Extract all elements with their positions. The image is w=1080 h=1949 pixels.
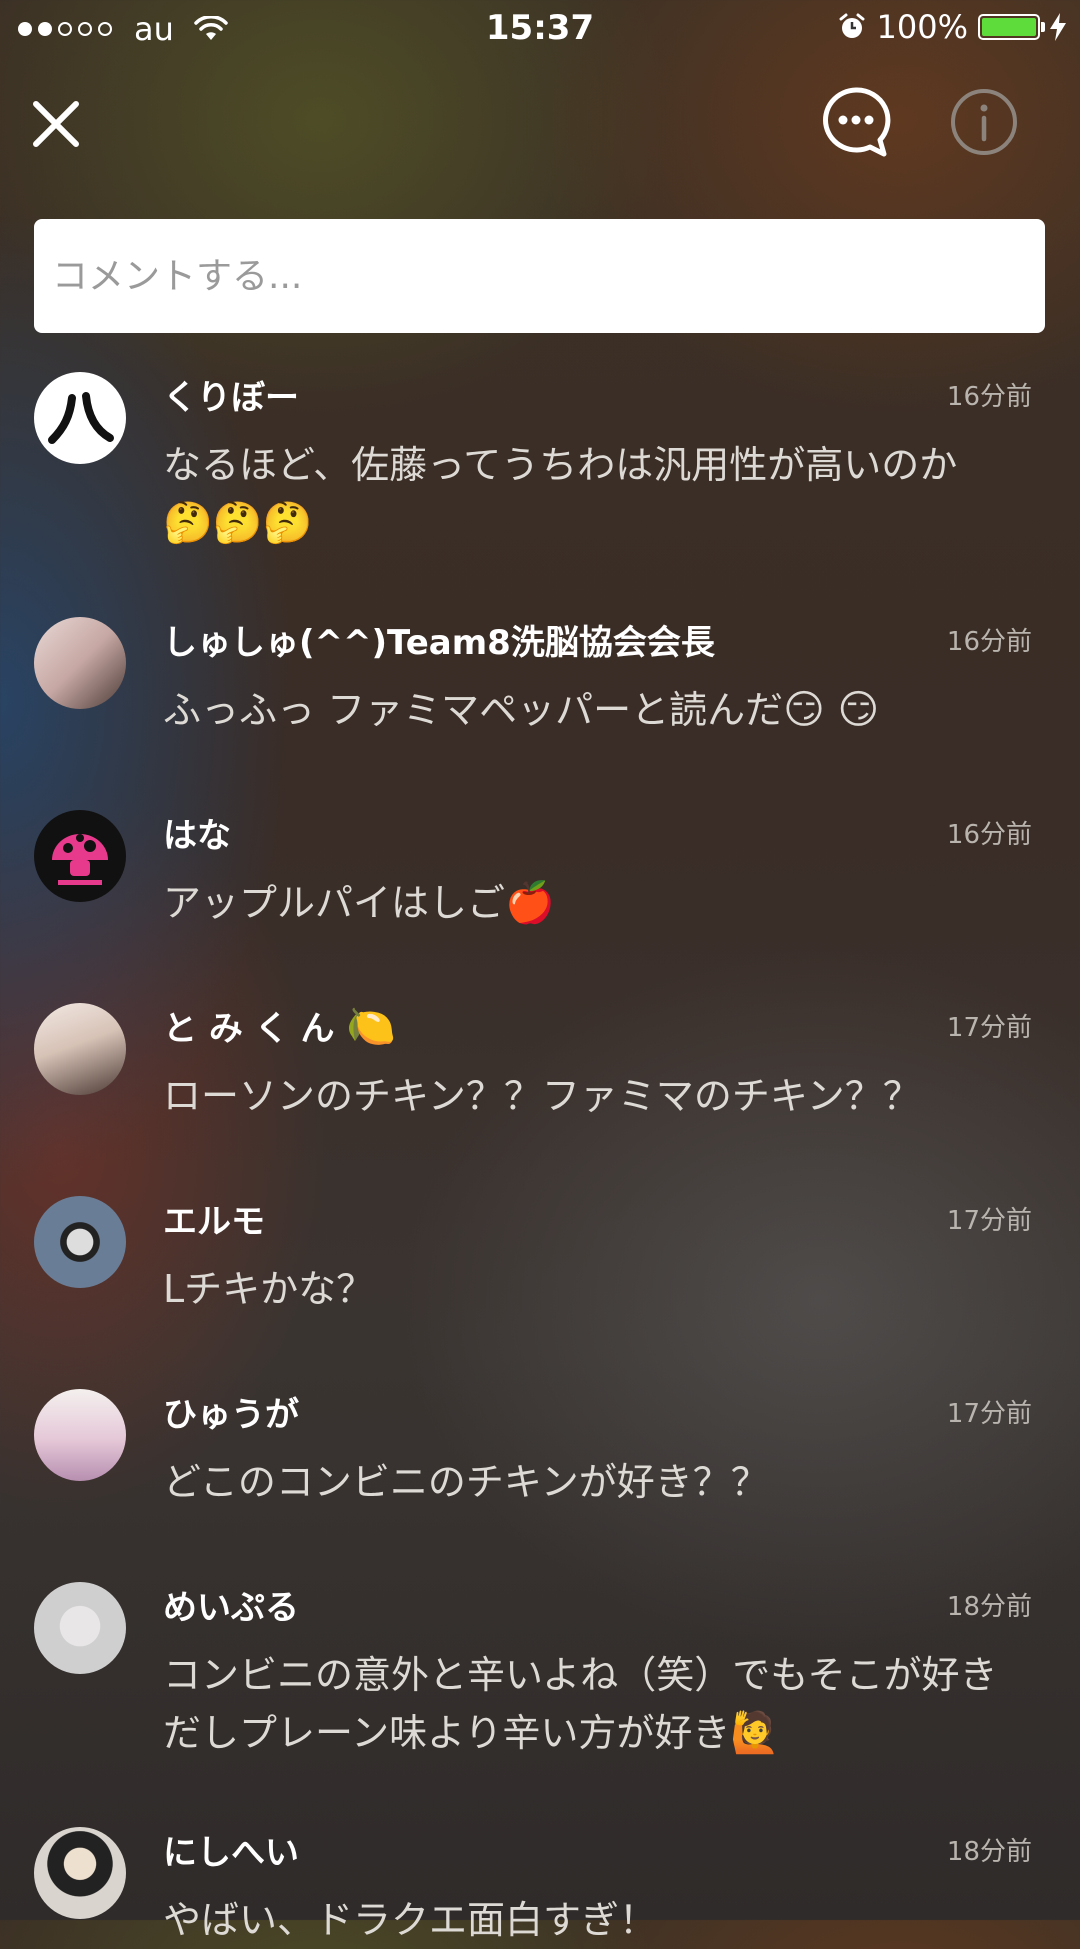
comment-time: 18分前	[946, 1592, 1032, 1622]
comment-text: やばい、ドラクエ面白すぎ！	[163, 1891, 1023, 1949]
comment-time: 16分前	[946, 820, 1032, 850]
comment-author[interactable]: にしへい	[163, 1825, 299, 1874]
avatar[interactable]	[34, 1196, 126, 1288]
comment-author[interactable]: はな	[163, 808, 231, 857]
comment-emoji: 😏 😏	[783, 687, 880, 733]
mushroom-icon	[52, 834, 108, 885]
comment-body: コンビニの意外と辛いよね（笑）でもそこが好きだしプレーン味より辛い方が好き	[163, 1653, 998, 1755]
avatar[interactable]	[34, 1003, 126, 1095]
charging-icon	[1050, 13, 1066, 41]
comment-field[interactable]	[34, 219, 1045, 333]
comment-author[interactable]: と み く ん 🍋	[163, 1001, 396, 1050]
comment-body: ローソンのチキン？？ファミマのチキン？？	[163, 1074, 921, 1118]
comment-text: コンビニの意外と辛いよね（笑）でもそこが好きだしプレーン味より辛い方が好き🙋	[163, 1646, 1023, 1762]
comment-author[interactable]: エルモ	[163, 1194, 265, 1243]
comment-emoji: 🍎	[505, 880, 555, 926]
comment-body: どこのコンビニのチキンが好き？？	[163, 1460, 769, 1504]
comment-author-name: と み く ん	[163, 1009, 335, 1049]
avatar[interactable]	[34, 810, 126, 902]
comment-text: なるほど、佐藤ってうちわは汎用性が高いのか 🤔🤔🤔	[163, 436, 1023, 552]
status-right: 100%	[837, 8, 1066, 46]
avatar[interactable]	[34, 372, 126, 464]
comment-time: 16分前	[946, 382, 1032, 412]
comment-author[interactable]: めいぷる	[163, 1580, 299, 1629]
comment-text: ローソンのチキン？？ファミマのチキン？？	[163, 1067, 1023, 1125]
status-bar: au 15:37 100%	[0, 0, 1080, 58]
chat-bubble-icon[interactable]	[818, 84, 894, 160]
comment-author[interactable]: ひゅうが	[163, 1387, 299, 1436]
comment-time: 16分前	[946, 627, 1032, 657]
comment-author[interactable]: しゅしゅ(^^)Team8洗脳協会会長	[163, 615, 715, 664]
comment-time: 17分前	[946, 1013, 1032, 1043]
battery-icon	[978, 14, 1045, 40]
info-icon[interactable]	[948, 86, 1020, 158]
close-icon[interactable]	[22, 90, 90, 158]
comment-body: アップルパイはしご	[163, 881, 506, 925]
comment-input[interactable]	[50, 254, 1045, 298]
battery-percent: 100%	[876, 8, 968, 46]
comment-body: Lチキかな？	[163, 1267, 375, 1311]
comment-text: Lチキかな？	[163, 1260, 1023, 1318]
comment-time: 17分前	[946, 1399, 1032, 1429]
comment-text: アップルパイはしご🍎	[163, 874, 1023, 932]
comment-emoji: 🙋	[730, 1710, 781, 1756]
avatar-kanji-icon	[48, 392, 114, 444]
comment-time: 17分前	[946, 1206, 1032, 1236]
comment-body: なるほど、佐藤ってうちわは汎用性が高いのか	[163, 443, 958, 487]
avatar[interactable]	[34, 1582, 126, 1674]
avatar[interactable]	[34, 1827, 126, 1919]
comment-body: ふっふっ ファミマペッパーと読んだ	[163, 688, 784, 732]
comment-text: どこのコンビニのチキンが好き？？	[163, 1453, 1023, 1511]
comment-text: ふっふっ ファミマペッパーと読んだ😏 😏	[163, 681, 1023, 739]
avatar[interactable]	[34, 617, 126, 709]
lemon-icon: 🍋	[346, 1004, 397, 1050]
comment-emoji: 🤔🤔🤔	[163, 500, 313, 546]
comment-author[interactable]: くりぼー	[163, 370, 299, 419]
comment-body: やばい、ドラクエ面白すぎ！	[163, 1898, 658, 1942]
comment-time: 18分前	[946, 1837, 1032, 1867]
toolbar	[0, 70, 1080, 175]
avatar[interactable]	[34, 1389, 126, 1481]
alarm-icon	[839, 13, 865, 38]
